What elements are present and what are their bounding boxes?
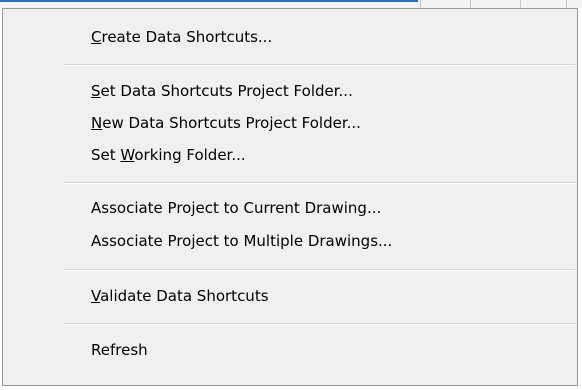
accelerator-key: C [91,28,102,46]
accelerator-key: W [120,146,135,164]
menu-item-label: Refresh [91,341,148,359]
menu-item-label: alidate Data Shortcuts [100,287,269,305]
menu-item-set-working-folder[interactable]: Set Working Folder... [4,139,576,171]
accelerator-key: S [91,82,101,100]
menu-item-label: Associate Project to Current Drawing... [91,199,382,217]
menu-separator [64,64,575,66]
menu-separator [64,269,575,271]
menu-item-associate-project-multiple-drawings[interactable]: Associate Project to Multiple Drawings..… [4,225,576,257]
menu-item-label: et Data Shortcuts Project Folder... [100,82,353,100]
strip-divider [566,0,567,8]
menu-item-set-data-shortcuts-project-folder[interactable]: Set Data Shortcuts Project Folder... [4,75,576,107]
accelerator-key: V [91,287,101,305]
strip-divider [520,0,521,8]
menu-item-label: reate Data Shortcuts... [101,28,273,46]
menu-item-new-data-shortcuts-project-folder[interactable]: New Data Shortcuts Project Folder... [4,107,576,139]
menu-item-label: Associate Project to Multiple Drawings..… [91,232,393,250]
menu-item-label-prefix: Set [91,146,121,164]
menu-separator [64,323,575,325]
menu-separator [64,182,575,184]
active-tab-accent [0,0,418,2]
menu-item-refresh[interactable]: Refresh [4,334,576,366]
menu-item-validate-data-shortcuts[interactable]: Validate Data Shortcuts [4,280,576,312]
strip-divider [420,0,421,8]
menu-item-create-data-shortcuts[interactable]: Create Data Shortcuts... [4,21,576,53]
menu-item-label: ew Data Shortcuts Project Folder... [102,114,361,132]
data-shortcuts-context-menu: Create Data Shortcuts... Set Data Shortc… [2,8,578,386]
strip-divider [470,0,471,8]
accelerator-key: N [91,114,103,132]
menu-item-associate-project-current-drawing[interactable]: Associate Project to Current Drawing... [4,192,576,224]
parent-window-strip [0,0,582,8]
menu-item-label: orking Folder... [134,146,246,164]
